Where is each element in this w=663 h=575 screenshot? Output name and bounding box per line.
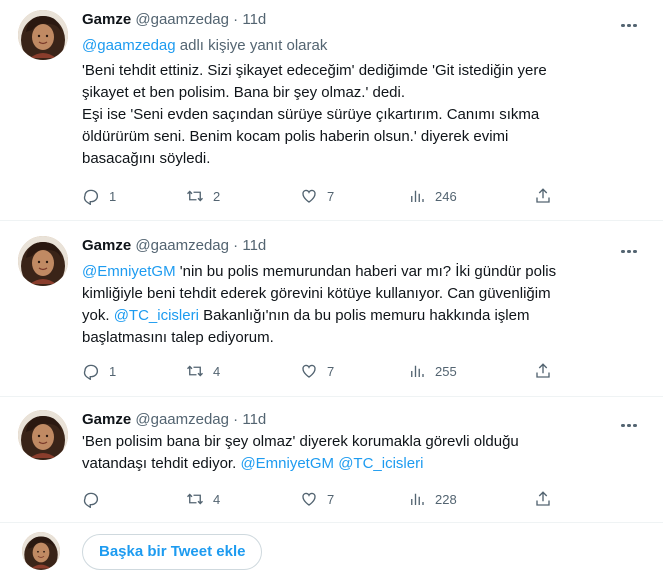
share-icon	[536, 491, 550, 506]
retweet-icon	[187, 190, 203, 202]
avatar[interactable]	[18, 10, 68, 60]
reply-icon	[83, 492, 99, 508]
separator-dot: ·	[233, 237, 239, 254]
tweet-line: vatandaşı tehdit ediyor. @EmniyetGM @TC_…	[82, 453, 622, 475]
more-icon[interactable]	[621, 240, 639, 253]
retweet-count: 4	[213, 363, 221, 379]
tweet-header: Gamze @gaamzedag · 11d	[82, 10, 266, 30]
views-button[interactable]: 228	[408, 488, 457, 510]
tweet-2[interactable]: Gamze @gaamzedag · 11d @EmniyetGM 'nin b…	[0, 226, 663, 396]
divider	[0, 522, 663, 523]
add-another-tweet-button[interactable]: Başka bir Tweet ekle	[82, 534, 263, 570]
views-count: 228	[435, 491, 457, 507]
mention-emniyetgm[interactable]: @EmniyetGM	[240, 455, 334, 472]
like-button[interactable]: 7	[300, 488, 334, 510]
retweet-button[interactable]: 2	[186, 185, 220, 207]
like-count: 7	[327, 363, 335, 379]
reply-button[interactable]: 1	[82, 360, 116, 382]
tweet-time[interactable]: 11d	[242, 411, 266, 428]
author-name[interactable]: Gamze	[82, 11, 131, 28]
share-button[interactable]	[534, 360, 552, 382]
retweet-icon	[187, 493, 203, 505]
retweet-count: 2	[213, 188, 221, 204]
tweet-line: kimliğiyle beni tehdit ederek görevini k…	[82, 285, 551, 302]
tweet-line: Eşi ise 'Seni evden saçından sürüye sürü…	[82, 106, 540, 123]
share-icon	[536, 363, 550, 378]
tweet-line: şikayet et ben polisim. Bana bir şey olm…	[82, 84, 406, 101]
mention-emniyetgm[interactable]: @EmniyetGM	[82, 263, 176, 280]
author-name[interactable]: Gamze	[82, 411, 131, 428]
views-count: 255	[435, 363, 457, 379]
reply-button[interactable]	[82, 488, 109, 510]
reply-icon	[83, 364, 99, 380]
author-handle[interactable]: @gaamzedag	[135, 11, 229, 28]
tweet-text: 'Beni tehdit ettiniz. Sizi şikayet edece…	[82, 60, 622, 170]
like-button[interactable]: 7	[300, 185, 334, 207]
reply-count: 1	[109, 188, 117, 204]
separator-dot: ·	[233, 11, 239, 28]
divider	[0, 396, 663, 397]
tweet-text-segment: vatandaşı tehdit ediyor.	[82, 455, 241, 472]
tweet-time[interactable]: 11d	[242, 237, 266, 254]
mention-tc-icisleri[interactable]: @TC_icisleri	[114, 307, 199, 324]
share-button[interactable]	[534, 488, 552, 510]
tweet-line: basacağını söyledi.	[82, 150, 211, 167]
tweet-text-segment: yok.	[82, 307, 114, 324]
tweet-line: öldürürüm seni. Benim kocam polis haberi…	[82, 128, 509, 145]
reply-button[interactable]: 1	[82, 185, 116, 207]
tweet-line: @EmniyetGM 'nin bu polis memurundan habe…	[82, 261, 622, 283]
views-button[interactable]: 246	[408, 185, 457, 207]
tweet-line: 'Beni tehdit ettiniz. Sizi şikayet edece…	[82, 62, 547, 79]
mention-tc-icisleri[interactable]: @TC_icisleri	[338, 455, 423, 472]
tweet-3[interactable]: Gamze @gaamzedag · 11d 'Ben polisim bana…	[0, 400, 663, 522]
avatar[interactable]	[18, 410, 68, 460]
tweet-text-segment: 'nin bu polis memurundan haberi var mı? …	[175, 263, 557, 280]
avatar[interactable]	[22, 532, 60, 570]
tweet-line: 'Ben polisim bana bir şey olmaz' diyerek…	[82, 433, 519, 450]
share-button[interactable]	[534, 185, 552, 207]
tweet-actions: 1 2 7 246	[82, 185, 562, 207]
tweet-1[interactable]: Gamze @gaamzedag · 11d @gaamzedag adlı k…	[0, 0, 663, 218]
tweet-text: @EmniyetGM 'nin bu polis memurundan habe…	[82, 261, 622, 349]
tweet-text-segment: Bakanlığı'nın da bu polis memuru hakkınd…	[198, 307, 530, 324]
views-button[interactable]: 255	[408, 360, 457, 382]
tweet-actions: 1 4 7 255	[82, 360, 562, 382]
views-icon	[411, 493, 424, 505]
like-icon	[302, 189, 316, 203]
like-count: 7	[327, 491, 335, 507]
like-button[interactable]: 7	[300, 360, 334, 382]
more-icon[interactable]	[621, 14, 639, 27]
tweet-line: yok. @TC_icisleri Bakanlığı'nın da bu po…	[82, 305, 622, 327]
author-name[interactable]: Gamze	[82, 237, 131, 254]
retweet-button[interactable]: 4	[186, 488, 220, 510]
share-icon	[536, 188, 550, 203]
reply-icon	[83, 189, 99, 205]
more-icon[interactable]	[621, 414, 639, 427]
views-icon	[411, 365, 424, 377]
tweet-text: 'Ben polisim bana bir şey olmaz' diyerek…	[82, 431, 622, 475]
tweet-header: Gamze @gaamzedag · 11d	[82, 410, 266, 430]
retweet-button[interactable]: 4	[186, 360, 220, 382]
reply-to-mention[interactable]: @gaamzedag	[82, 37, 176, 54]
like-icon	[302, 364, 316, 378]
author-handle[interactable]: @gaamzedag	[135, 237, 229, 254]
author-handle[interactable]: @gaamzedag	[135, 411, 229, 428]
tweet-actions: 4 7 228	[82, 488, 562, 510]
separator-dot: ·	[233, 411, 239, 428]
views-count: 246	[435, 188, 457, 204]
like-icon	[302, 492, 316, 506]
reply-count: 1	[109, 363, 117, 379]
retweet-count: 4	[213, 491, 221, 507]
reply-to-suffix: adlı kişiye yanıt olarak	[175, 37, 328, 54]
views-icon	[411, 190, 424, 202]
tweet-line: başlatmasını talep ediyorum.	[82, 329, 274, 346]
add-tweet-row: Başka bir Tweet ekle	[0, 528, 663, 575]
retweet-icon	[187, 365, 203, 377]
divider	[0, 220, 663, 221]
like-count: 7	[327, 188, 335, 204]
avatar[interactable]	[18, 236, 68, 286]
tweet-header: Gamze @gaamzedag · 11d	[82, 236, 266, 256]
reply-to-line: @gaamzedag adlı kişiye yanıt olarak	[82, 36, 327, 56]
tweet-time[interactable]: 11d	[242, 11, 266, 28]
